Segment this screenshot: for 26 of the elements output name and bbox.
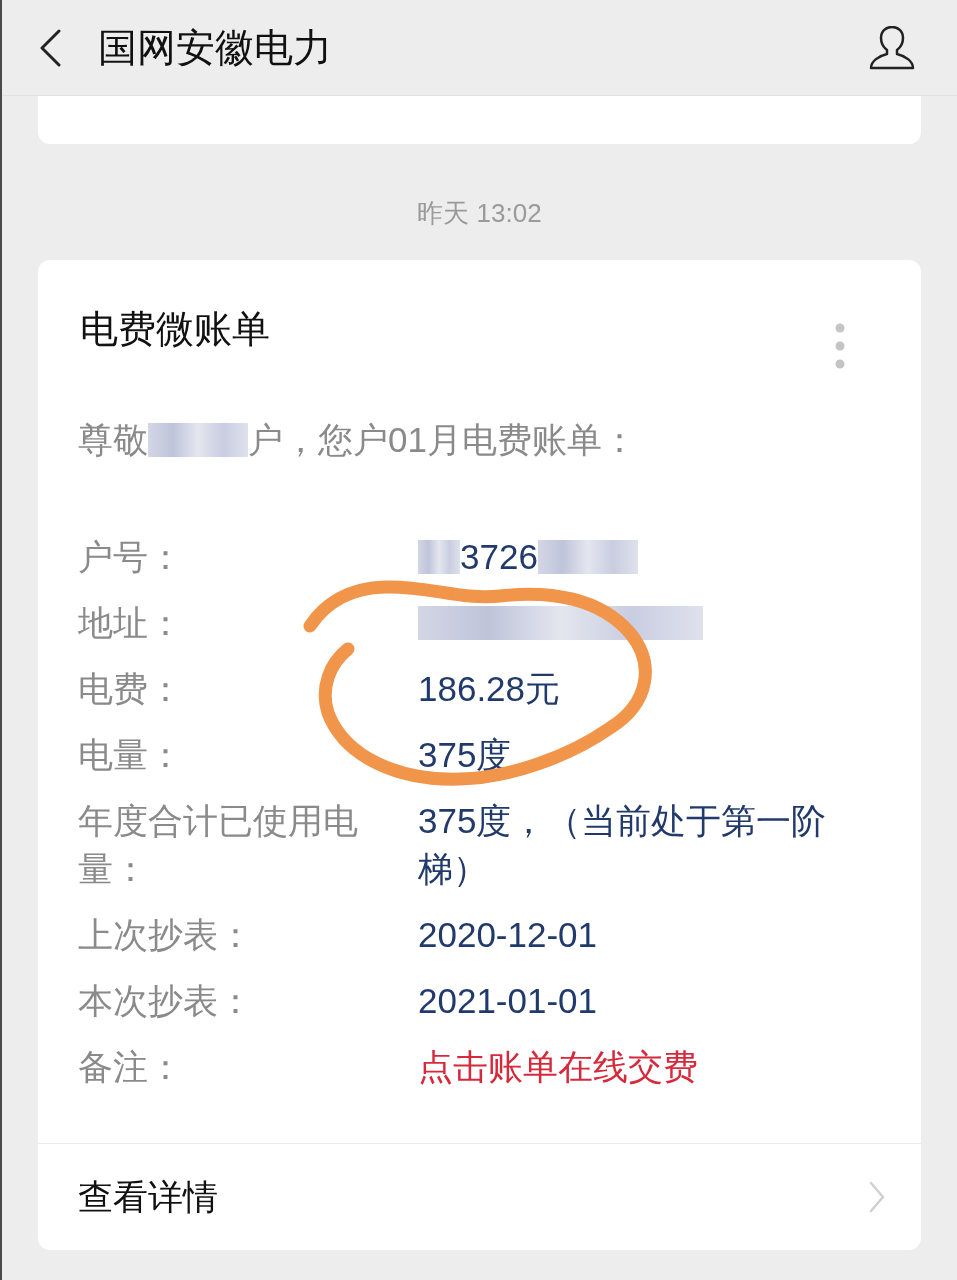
field-label: 备注： (78, 1046, 184, 1088)
greeting-text: 户，您户01月电费账单： (248, 419, 637, 461)
greeting-text: 尊敬 (78, 419, 148, 461)
pay-online-link[interactable]: 点击账单在线交费 (418, 1043, 698, 1091)
redaction-blur (418, 540, 460, 574)
timestamp: 昨天 13:02 (417, 197, 542, 229)
field-label: 电费： (78, 668, 184, 710)
field-value: 2021-01-01 (418, 980, 598, 1022)
person-icon (868, 25, 916, 70)
view-details-link[interactable]: 查看详情 (38, 1144, 921, 1250)
card-title: 电费微账单 (80, 307, 270, 352)
field-label: 年度合计已使用电量： (78, 800, 359, 890)
field-value: 3726 (460, 536, 538, 578)
field-value: 375度，（当前处于第一阶梯） (418, 800, 828, 890)
profile-button[interactable] (868, 25, 916, 70)
back-icon (38, 28, 62, 67)
field-value: 2020-12-01 (418, 914, 598, 956)
field-label: 地址： (78, 602, 184, 644)
page-title: 国网安徽电力 (98, 24, 332, 71)
field-label: 户号： (78, 536, 184, 578)
chevron-right-icon (869, 1181, 885, 1213)
more-icon (835, 323, 845, 369)
field-label: 电量： (78, 734, 184, 776)
field-value: 186.28元 (418, 668, 561, 710)
field-label: 上次抄表： (78, 914, 254, 956)
field-label: 本次抄表： (78, 980, 254, 1022)
